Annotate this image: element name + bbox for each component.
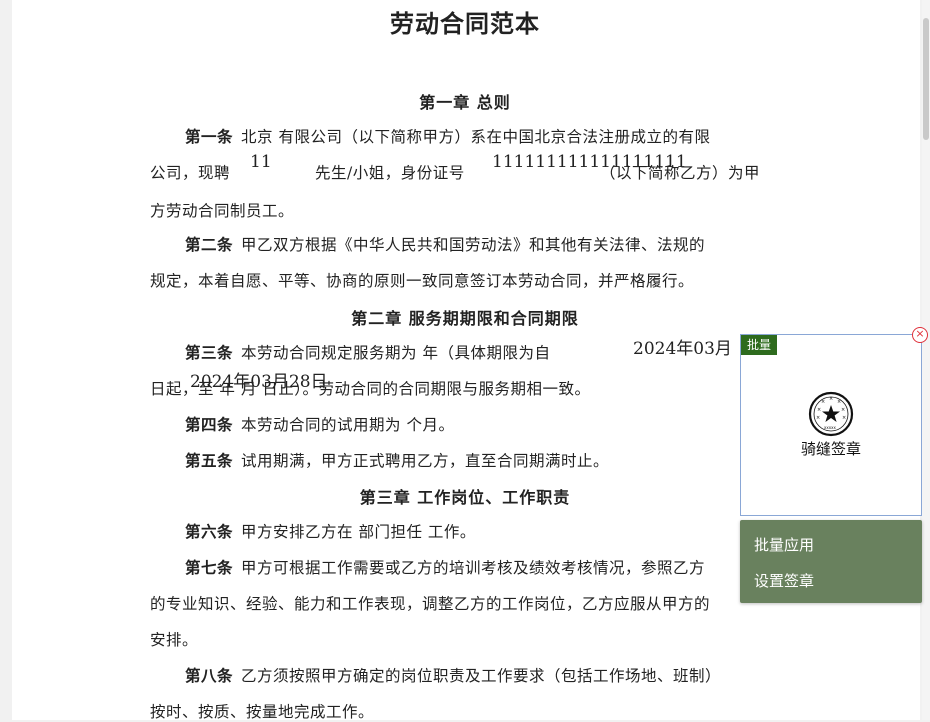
document-title: 劳动合同范本 — [390, 9, 540, 38]
article-8-text: 乙方须按照甲方确定的岗位职责及工作要求（包括工作场地、班制） — [241, 667, 722, 685]
article-2-line-2: 规定，本着自愿、平等、协商的原则一致同意签订本劳动合同，并严格履行。 — [150, 272, 695, 290]
contract-end-date-field[interactable]: 2024年03月28日 — [190, 367, 328, 392]
article-4-text: 本劳动合同的试用期为 个月。 — [241, 416, 455, 434]
chapter-1-heading: 第一章 总则 — [419, 93, 511, 112]
employee-name-field[interactable]: 11 — [250, 152, 272, 172]
article-4-line-1: 第四条 本劳动合同的试用期为 个月。 — [185, 413, 454, 435]
article-5-line-1: 第五条 试用期满，甲方正式聘用乙方，直至合同期满时止。 — [185, 449, 609, 471]
article-6-text: 甲方安排乙方在 部门担任 工作。 — [241, 523, 476, 541]
article-8-label: 第八条 — [185, 666, 234, 685]
context-menu: 批量应用 设置签章 — [740, 520, 922, 603]
svg-text:×: × — [841, 407, 845, 413]
seam-seal-label: 骑缝签章 — [800, 441, 861, 458]
chapter-2-heading: 第二章 服务期期限和合同期限 — [351, 309, 579, 328]
article-1-line-3: 方劳动合同制员工。 — [150, 202, 295, 220]
svg-text:×: × — [821, 399, 825, 405]
article-1-text: （以下简称乙方）为甲 — [600, 164, 761, 182]
article-8-line-1: 第八条 乙方须按照甲方确定的岗位职责及工作要求（包括工作场地、班制） — [185, 664, 721, 686]
close-icon[interactable]: × — [912, 327, 928, 343]
article-2-label: 第二条 — [185, 235, 234, 254]
svg-text:×: × — [842, 415, 846, 421]
article-7-line-1: 第七条 甲方可根据工作需要或乙方的培训考核及绩效考核情况，参照乙方 — [185, 556, 705, 578]
article-4-label: 第四条 — [185, 415, 234, 434]
article-5-label: 第五条 — [185, 451, 234, 470]
svg-text:×: × — [837, 399, 841, 405]
article-8-line-2: 按时、按质、按量地完成工作。 — [150, 703, 375, 721]
menu-item-batch-apply[interactable]: 批量应用 — [754, 534, 814, 555]
article-3-label: 第三条 — [185, 343, 234, 362]
svg-text:×: × — [816, 415, 820, 421]
article-2-line-1: 第二条 甲乙双方根据《中华人民共和国劳动法》和其他有关法律、法规的 — [185, 233, 705, 255]
svg-text:×: × — [817, 407, 821, 413]
article-3-text: 本劳动合同规定服务期为 年（具体期限为自 — [241, 344, 551, 362]
article-1-text: 北京 有限公司（以下简称甲方）系在中国北京合法注册成立的有限 — [241, 128, 711, 146]
batch-tag[interactable]: 批量 — [741, 335, 778, 355]
article-6-line-1: 第六条 甲方安排乙方在 部门担任 工作。 — [185, 520, 476, 542]
article-1-line-2: 公司，现聘 — [150, 161, 230, 183]
article-7-line-2: 的专业知识、经验、能力和工作表现，调整乙方的工作岗位，乙方应服从甲方的 — [150, 595, 711, 613]
article-1-text: 公司，现聘 — [150, 164, 231, 182]
seal-stamp-text: xxxxx — [824, 425, 836, 430]
article-6-label: 第六条 — [185, 522, 234, 541]
article-1-line-1: 第一条 北京 有限公司（以下简称甲方）系在中国北京合法注册成立的有限 — [185, 125, 710, 147]
article-1-text: 先生/小姐，身份证号 — [315, 164, 465, 182]
menu-item-set-seal[interactable]: 设置签章 — [754, 570, 814, 591]
article-7-line-3: 安排。 — [150, 631, 199, 649]
article-7-text: 甲方可根据工作需要或乙方的培训考核及绩效考核情况，参照乙方 — [241, 559, 706, 577]
article-7-label: 第七条 — [185, 558, 234, 577]
article-1-label: 第一条 — [185, 127, 234, 146]
svg-text:×: × — [829, 396, 833, 402]
contract-start-date-field[interactable]: 2024年03月 — [633, 334, 732, 359]
article-5-text: 试用期满，甲方正式聘用乙方，直至合同期满时止。 — [241, 452, 610, 470]
article-2-text: 甲乙双方根据《中华人民共和国劳动法》和其他有关法律、法规的 — [241, 236, 706, 254]
article-3-line-1: 第三条 本劳动合同规定服务期为 年（具体期限为自 — [185, 341, 550, 363]
seal-stamp-icon[interactable]: × × × × × × × xxxxx — [808, 391, 854, 437]
